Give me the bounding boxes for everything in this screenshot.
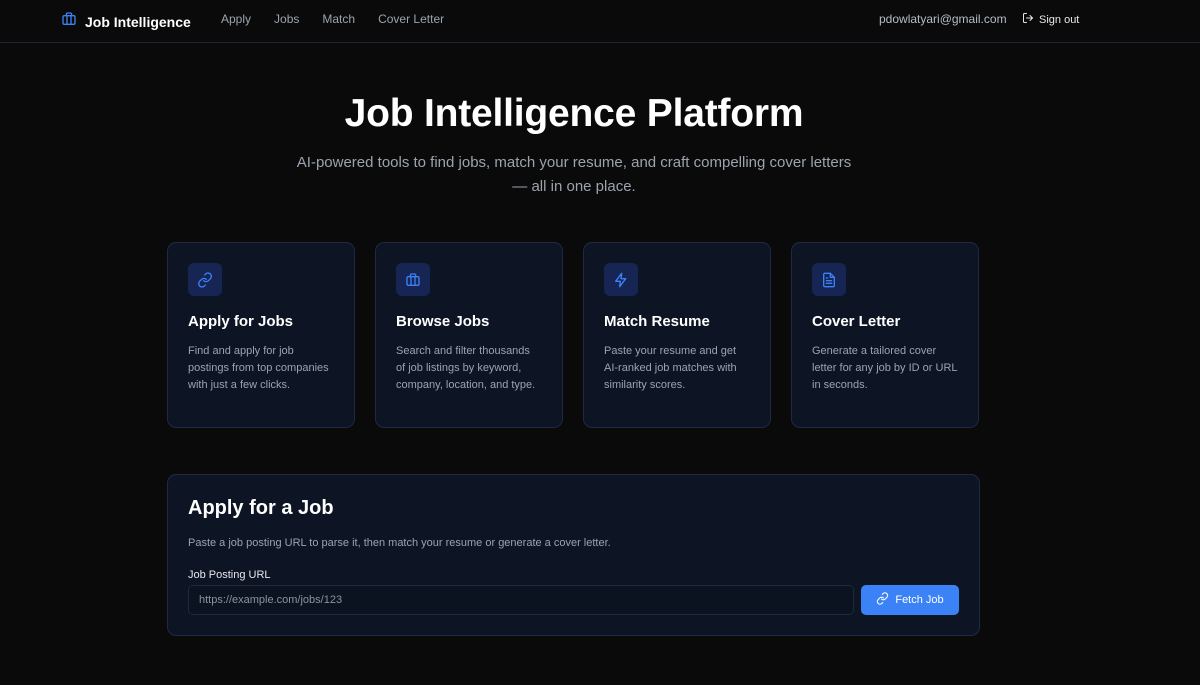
briefcase-icon bbox=[61, 11, 77, 32]
nav-apply[interactable]: Apply bbox=[221, 12, 251, 26]
sign-out-icon bbox=[1022, 12, 1034, 27]
apply-panel-title: Apply for a Job bbox=[188, 497, 334, 519]
link-icon bbox=[876, 592, 889, 608]
feature-cards: Apply for Jobs Find and apply for job po… bbox=[167, 242, 980, 428]
fetch-job-label: Fetch Job bbox=[895, 594, 944, 606]
job-url-input[interactable] bbox=[188, 585, 854, 615]
briefcase-icon bbox=[396, 263, 430, 296]
feature-card-description: Find and apply for job postings from top… bbox=[188, 345, 329, 391]
sign-out-button[interactable]: Sign out bbox=[1022, 12, 1079, 27]
top-navbar: Job Intelligence Apply Jobs Match Cover … bbox=[0, 0, 1200, 43]
feature-card-description: Paste your resume and get AI-ranked job … bbox=[604, 345, 737, 391]
feature-card-title: Apply for Jobs bbox=[188, 313, 294, 330]
sign-out-label: Sign out bbox=[1039, 13, 1080, 26]
job-url-label: Job Posting URL bbox=[188, 569, 271, 581]
feature-card-cover-letter[interactable]: Cover Letter Generate a tailored cover l… bbox=[791, 242, 979, 428]
link-icon bbox=[188, 263, 222, 296]
apply-job-panel: Apply for a Job Paste a job posting URL … bbox=[167, 474, 980, 636]
main-nav: Apply Jobs Match Cover Letter bbox=[221, 12, 467, 26]
feature-card-title: Match Resume bbox=[604, 313, 710, 330]
document-icon bbox=[812, 263, 846, 296]
feature-card-browse[interactable]: Browse Jobs Search and filter thousands … bbox=[375, 242, 563, 428]
nav-cover-letter[interactable]: Cover Letter bbox=[378, 12, 444, 26]
nav-jobs[interactable]: Jobs bbox=[274, 12, 299, 26]
brand-name: Job Intelligence bbox=[85, 13, 191, 30]
feature-card-apply[interactable]: Apply for Jobs Find and apply for job po… bbox=[167, 242, 355, 428]
fetch-job-button[interactable]: Fetch Job bbox=[861, 585, 959, 615]
feature-card-title: Cover Letter bbox=[812, 313, 901, 330]
user-email: pdowlatyari@gmail.com bbox=[879, 12, 1007, 26]
feature-card-description: Search and filter thousands of job listi… bbox=[396, 345, 536, 391]
page-subtitle: AI-powered tools to find jobs, match you… bbox=[296, 154, 852, 195]
feature-card-match[interactable]: Match Resume Paste your resume and get A… bbox=[583, 242, 771, 428]
feature-card-title: Browse Jobs bbox=[396, 313, 490, 330]
brand[interactable]: Job Intelligence bbox=[61, 11, 191, 32]
nav-match[interactable]: Match bbox=[322, 12, 355, 26]
apply-panel-description: Paste a job posting URL to parse it, the… bbox=[188, 537, 611, 549]
lightning-icon bbox=[604, 263, 638, 296]
feature-card-description: Generate a tailored cover letter for any… bbox=[812, 345, 958, 391]
page-title: Job Intelligence Platform bbox=[344, 92, 804, 135]
